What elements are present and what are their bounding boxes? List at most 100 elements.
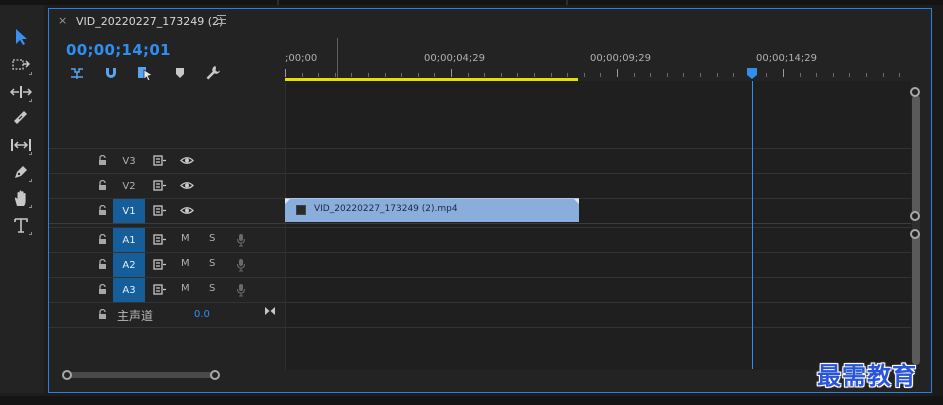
eye-icon[interactable] <box>180 156 194 165</box>
video-scroll-thumb[interactable] <box>912 95 920 215</box>
zoom-knob-left[interactable] <box>62 370 72 380</box>
razor-icon <box>14 111 27 124</box>
track-header-a1: A1 M S <box>49 228 285 252</box>
sync-lock-icon[interactable] <box>153 205 167 216</box>
solo-button[interactable]: S <box>209 283 215 294</box>
panel-menu-icon[interactable] <box>217 15 226 24</box>
scroll-knob[interactable] <box>910 87 920 97</box>
track-target-v1[interactable]: V1 <box>113 199 145 223</box>
track-header-v2: V2 <box>49 174 285 198</box>
timeline-panel: × VID_20220227_173249 (2) 00;00;14;01 ;0… <box>48 8 932 393</box>
track-target-a2[interactable]: A2 <box>113 253 145 277</box>
timeline-settings-button[interactable] <box>204 65 222 81</box>
tab-title[interactable]: VID_20220227_173249 (2) <box>76 15 223 28</box>
sync-lock-icon[interactable] <box>153 284 167 295</box>
solo-button[interactable]: S <box>209 233 215 244</box>
ruler-tick <box>334 73 336 77</box>
eye-icon[interactable] <box>180 206 194 215</box>
zoom-knob-right[interactable] <box>210 370 220 380</box>
type-tool[interactable] <box>7 213 35 237</box>
razor-tool[interactable] <box>7 106 35 130</box>
track-target-v2[interactable]: V2 <box>113 174 145 198</box>
hand-tool[interactable] <box>7 186 35 210</box>
solo-button[interactable]: S <box>209 258 215 269</box>
master-track-label: 主声道 <box>117 309 154 323</box>
mute-button[interactable]: M <box>181 233 190 244</box>
ruler-tick <box>451 69 452 77</box>
ripple-edit-icon <box>10 86 32 98</box>
track-header-a3: A3 M S <box>49 278 285 302</box>
magnet-icon <box>106 68 116 78</box>
nest-toggle-button[interactable] <box>68 65 86 81</box>
clip-name: VID_20220227_173249 (2).mp4 <box>314 204 458 214</box>
mute-button[interactable]: M <box>181 283 190 294</box>
track-divider <box>49 327 911 328</box>
ruler-tick <box>434 73 436 77</box>
bottom-strip <box>0 396 943 405</box>
sync-lock-icon[interactable] <box>153 180 167 191</box>
track-target-v3[interactable]: V3 <box>113 149 145 173</box>
sync-lock-icon[interactable] <box>153 259 167 270</box>
ruler-tick <box>633 73 635 77</box>
scroll-knob[interactable] <box>910 211 920 221</box>
playhead-timecode[interactable]: 00;00;14;01 <box>66 41 171 59</box>
scroll-knob[interactable] <box>910 229 920 239</box>
marker-icon <box>176 68 184 78</box>
unlock-icon[interactable] <box>98 180 107 191</box>
microphone-icon[interactable] <box>236 258 246 272</box>
time-ruler[interactable]: ;00;00 00;00;04;29 00;00;09;29 00;00;14;… <box>285 35 911 81</box>
ruler-label: 00;00;09;29 <box>590 53 652 64</box>
slip-icon <box>11 139 31 151</box>
track-header-v1: V1 <box>49 199 285 223</box>
tool-group-corner <box>29 99 32 102</box>
unlock-icon[interactable] <box>98 309 107 320</box>
sequence-start-line <box>337 38 338 78</box>
microphone-icon[interactable] <box>236 283 246 297</box>
timeline-tab: × VID_20220227_173249 (2) <box>49 9 931 35</box>
ruler-tick <box>567 73 569 77</box>
track-target-a3[interactable]: A3 <box>113 278 145 302</box>
unlock-icon[interactable] <box>98 234 107 245</box>
unlock-icon[interactable] <box>98 205 107 216</box>
unlock-icon[interactable] <box>98 284 107 295</box>
playhead-handle[interactable] <box>746 67 758 80</box>
zoom-scroll-bar[interactable] <box>69 372 219 378</box>
linked-selection-button[interactable] <box>136 65 154 81</box>
slip-tool[interactable] <box>7 133 35 157</box>
audio-scroll-thumb[interactable] <box>912 231 920 365</box>
clip-end-marker <box>574 199 579 204</box>
microphone-icon[interactable] <box>236 233 246 247</box>
mute-button[interactable]: M <box>181 258 190 269</box>
ruler-tick <box>534 73 535 77</box>
sync-lock-icon[interactable] <box>153 234 167 245</box>
track-select-tool[interactable] <box>7 53 35 77</box>
ruler-tick <box>882 73 884 77</box>
unlock-icon[interactable] <box>98 259 107 270</box>
video-clip[interactable]: VID_20220227_173249 (2).mp4 <box>285 198 579 222</box>
ruler-tick <box>849 73 851 77</box>
eye-icon[interactable] <box>180 181 194 190</box>
track-header-v3: V3 <box>49 149 285 173</box>
track-header-master: 主声道 0.0 <box>49 303 285 327</box>
tool-group-corner <box>29 152 32 155</box>
add-marker-button[interactable] <box>171 65 189 81</box>
ruler-tick <box>500 73 502 77</box>
selection-tool[interactable] <box>7 25 35 49</box>
ruler-tick <box>517 73 519 77</box>
pen-tool[interactable] <box>7 160 35 184</box>
clip-start-marker <box>285 199 290 204</box>
ruler-tick <box>866 73 867 77</box>
sync-lock-icon[interactable] <box>153 155 167 166</box>
ripple-edit-tool[interactable] <box>7 80 35 104</box>
ruler-tick <box>733 73 735 77</box>
track-target-a1[interactable]: A1 <box>113 228 145 252</box>
ruler-tick <box>484 73 486 77</box>
master-volume-value[interactable]: 0.0 <box>194 309 210 320</box>
tab-close-button[interactable]: × <box>58 14 67 27</box>
ruler-tick <box>600 73 602 77</box>
unlock-icon[interactable] <box>98 155 107 166</box>
go-to-in-out-icon[interactable] <box>264 306 276 316</box>
fx-badge-icon <box>296 205 306 215</box>
ruler-tick <box>899 73 901 77</box>
snap-button[interactable] <box>102 65 120 81</box>
